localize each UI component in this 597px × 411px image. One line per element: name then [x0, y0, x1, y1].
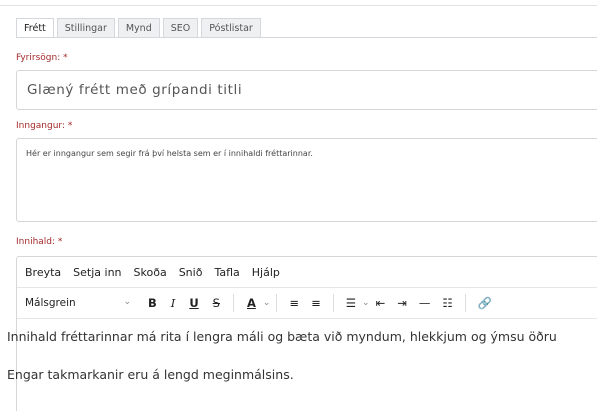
- text-color-chevron-icon[interactable]: ⌄: [263, 298, 271, 308]
- content-paragraph[interactable]: Innihald fréttarinnar má rita í lengra m…: [7, 325, 597, 349]
- block-quote-icon[interactable]: ☷: [442, 296, 452, 310]
- indent-icon[interactable]: ⇥: [397, 296, 407, 310]
- outdent-icon[interactable]: ⇤: [376, 296, 386, 310]
- editor-content[interactable]: Innihald fréttarinnar má rita í lengra m…: [7, 319, 597, 387]
- editor-menubar: Breyta Setja inn Skoða Snið Tafla Hjálp: [17, 257, 597, 287]
- italic-button[interactable]: I: [171, 296, 176, 310]
- top-divider: [0, 0, 597, 6]
- tab-bar: Frétt Stillingar Mynd SEO Póstlistar: [16, 18, 264, 38]
- align-chevron-icon[interactable]: ⌄: [362, 298, 370, 308]
- block-format-select[interactable]: Málsgrein ⌄: [17, 297, 141, 309]
- body-label: Innihald: *: [16, 237, 63, 247]
- title-label: Fyrirsögn: *: [16, 53, 68, 63]
- menu-tafla[interactable]: Tafla: [214, 266, 239, 279]
- intro-label: Inngangur: *: [16, 121, 73, 131]
- tab-postlistar[interactable]: Póstlistar: [201, 18, 261, 38]
- tab-stillingar[interactable]: Stillingar: [56, 18, 115, 38]
- numbered-list-icon[interactable]: ≡: [311, 296, 321, 310]
- text-color-button[interactable]: A: [247, 296, 256, 310]
- chevron-down-icon: ⌄: [123, 297, 131, 307]
- align-left-icon[interactable]: ☰: [346, 296, 356, 310]
- tab-mynd[interactable]: Mynd: [117, 18, 160, 38]
- underline-button[interactable]: U: [189, 296, 198, 310]
- horizontal-rule-icon[interactable]: —: [419, 296, 431, 310]
- bullet-list-icon[interactable]: ≡: [289, 296, 299, 310]
- block-format-value: Málsgrein: [25, 297, 76, 309]
- tab-bar-divider: [16, 37, 597, 38]
- menu-breyta[interactable]: Breyta: [25, 266, 61, 279]
- intro-textarea[interactable]: Hér er inngangur sem segir frá því helst…: [16, 138, 597, 222]
- toolbar-separator: [232, 294, 234, 312]
- menu-skoda[interactable]: Skoða: [134, 266, 167, 279]
- toolbar-separator: [332, 294, 334, 312]
- menu-setja-inn[interactable]: Setja inn: [73, 266, 121, 279]
- toolbar-separator: [276, 294, 278, 312]
- tab-frett[interactable]: Frétt: [16, 18, 54, 38]
- editor-toolbar: Málsgrein ⌄ B I U S A ⌄ ≡ ≡ ☰ ⌄ ⇤ ⇥ — ☷ …: [17, 287, 597, 319]
- rich-text-editor: Breyta Setja inn Skoða Snið Tafla Hjálp …: [7, 256, 597, 411]
- link-icon[interactable]: 🔗: [478, 296, 492, 310]
- tab-seo[interactable]: SEO: [162, 18, 199, 38]
- toolbar-separator: [464, 294, 466, 312]
- bold-button[interactable]: B: [148, 296, 157, 310]
- strikethrough-button[interactable]: S: [213, 296, 220, 310]
- title-input[interactable]: Glæný frétt með grípandi titli: [16, 70, 597, 110]
- menu-hjalp[interactable]: Hjálp: [252, 266, 280, 279]
- content-paragraph[interactable]: Engar takmarkanir eru á lengd meginmálsi…: [7, 363, 597, 387]
- menu-snid[interactable]: Snið: [179, 266, 203, 279]
